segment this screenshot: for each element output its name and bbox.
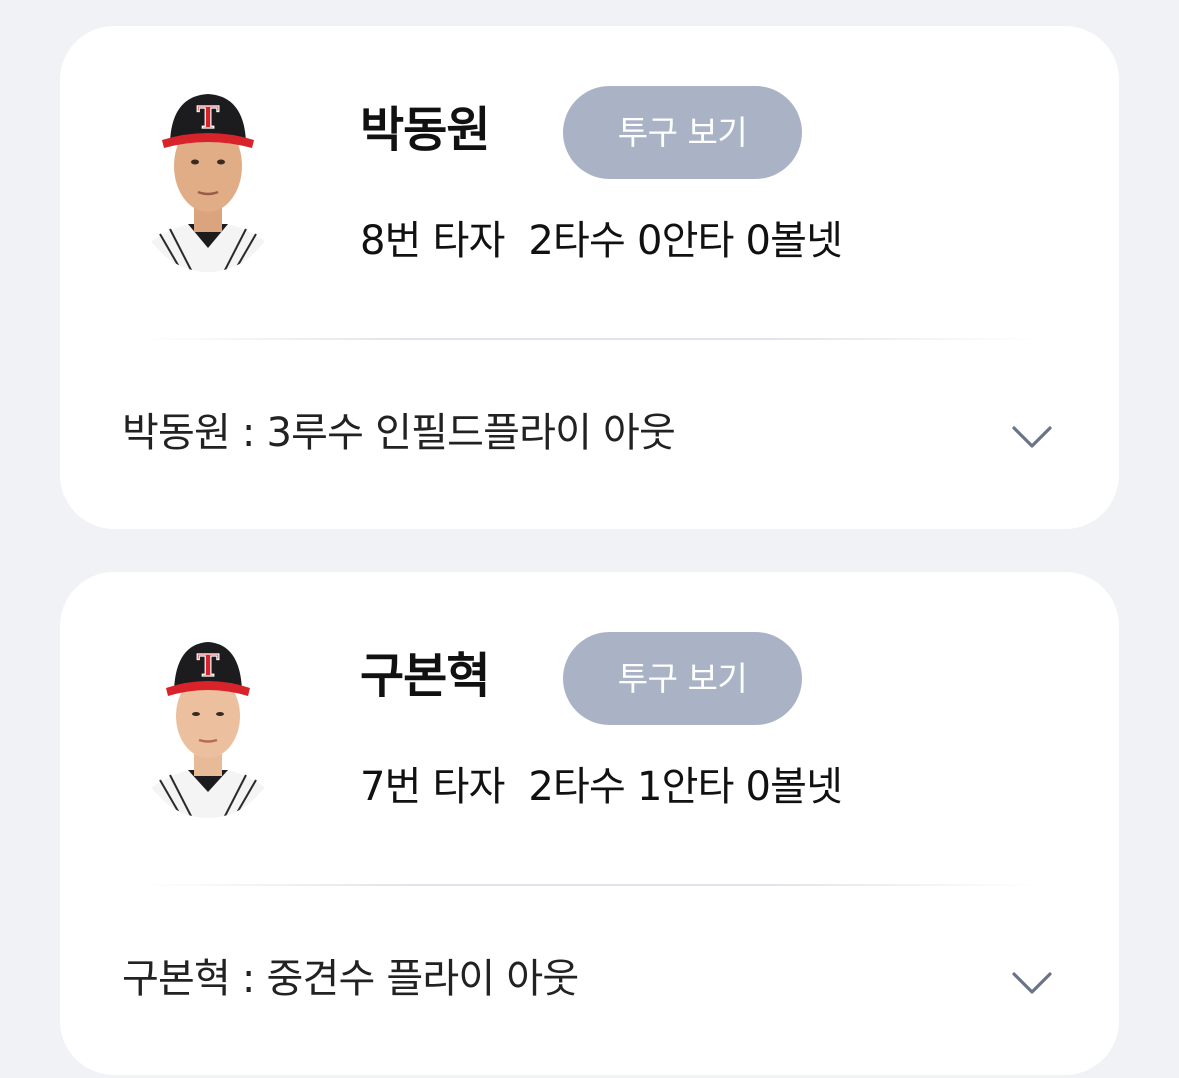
chevron-down-icon[interactable] [1010,422,1054,452]
player-avatar: T [142,634,274,818]
chevron-down-icon[interactable] [1010,968,1054,998]
player-stats: 7번 타자 2타수 1안타 0볼넷 [360,764,843,810]
player-name: 박동원 [360,102,490,158]
cap-logo: T [197,649,220,684]
view-pitches-button[interactable]: 투구 보기 [563,632,802,725]
cap-logo: T [197,101,220,136]
player-card: T 구본혁 투구 보기 7번 타자 2타수 1안타 0볼넷 구본혁 : 중견수 … [60,572,1119,1075]
divider [138,884,1042,886]
view-pitches-button[interactable]: 투구 보기 [563,86,802,179]
player-card: T 박동원 투구 보기 8번 타자 2타수 0안타 0볼넷 박동원 : 3루수 … [60,26,1119,529]
player-name: 구본혁 [360,648,490,704]
at-bat-result[interactable]: 박동원 : 3루수 인필드플라이 아웃 [122,408,676,458]
player-avatar: T [142,88,274,272]
player-stats: 8번 타자 2타수 0안타 0볼넷 [360,218,843,264]
divider [138,338,1042,340]
at-bat-result[interactable]: 구본혁 : 중견수 플라이 아웃 [122,954,579,1004]
